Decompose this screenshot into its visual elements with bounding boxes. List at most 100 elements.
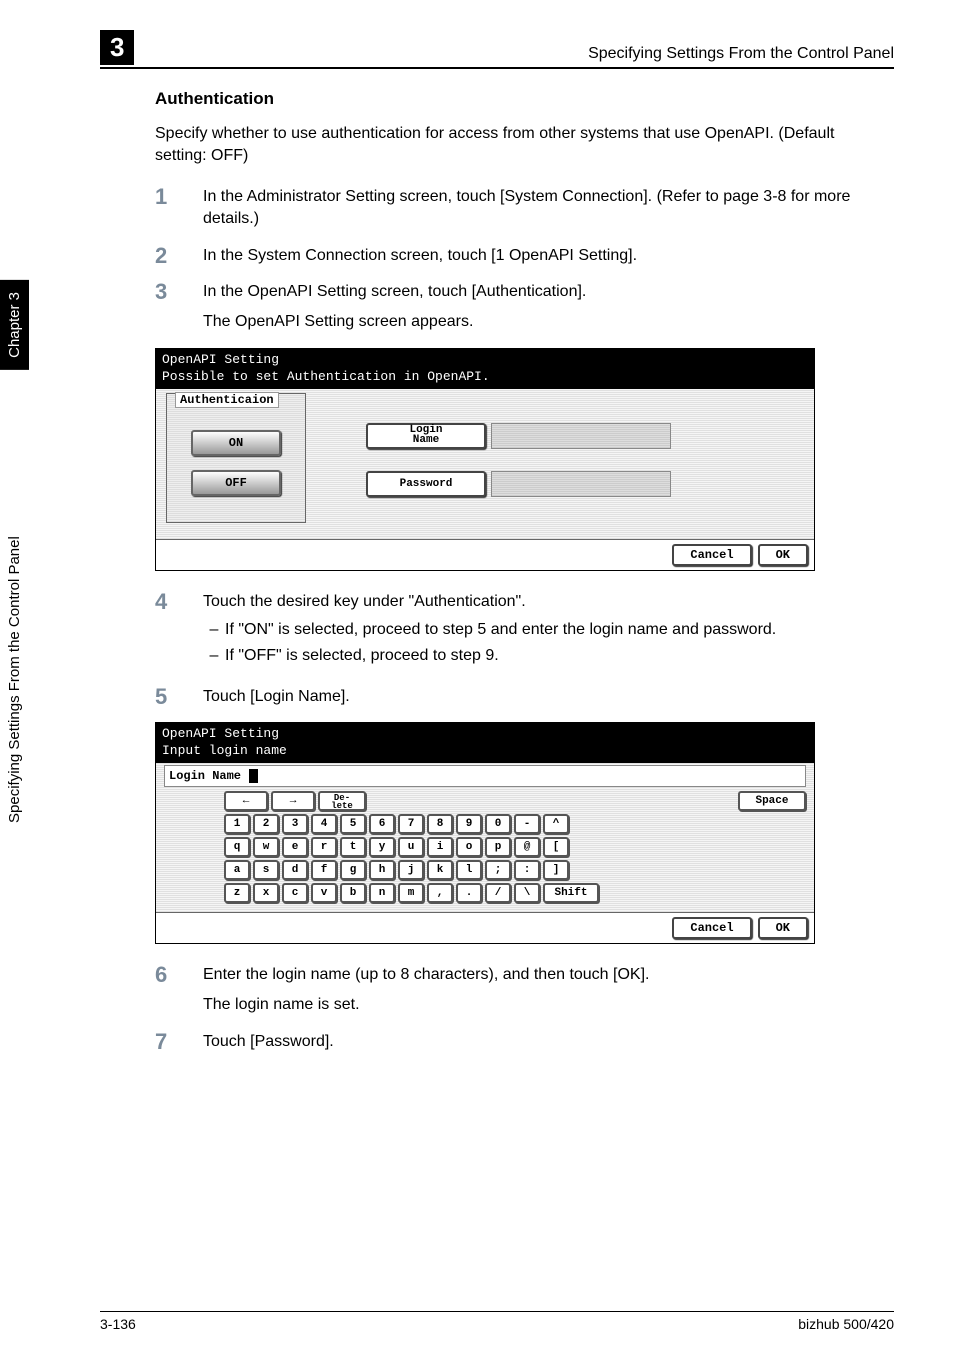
intro-paragraph: Specify whether to use authentication fo… [155,123,884,168]
keyboard-key[interactable]: : [514,860,540,880]
keyboard-key[interactable]: e [282,837,308,857]
keyboard-key[interactable]: ; [485,860,511,880]
screen-header: OpenAPI Setting Possible to set Authenti… [156,349,814,389]
keyboard-key[interactable]: q [224,837,250,857]
keyboard-key[interactable]: [ [543,837,569,857]
page-number: 3-136 [100,1316,136,1332]
keyboard-key[interactable]: 3 [282,814,308,834]
login-name-button[interactable]: Login Name [366,423,486,449]
kbd-row-2: qwertyuiop@[ [224,837,806,857]
cancel-button[interactable]: Cancel [672,917,751,939]
step-number: 6 [155,964,203,1017]
kbd-row-4: zxcvbnm,./\Shift [224,883,806,903]
step-text: In the OpenAPI Setting screen, touch [Au… [203,281,884,334]
password-button[interactable]: Password [366,471,486,497]
space-key[interactable]: Space [738,791,806,811]
auth-on-button[interactable]: ON [191,430,281,456]
login-name-field-label: Login Name [169,769,241,783]
ok-button[interactable]: OK [758,917,808,939]
step-text-line: Touch the desired key under "Authenticat… [203,591,884,613]
step-text-line: The login name is set. [203,994,884,1016]
keyboard-key[interactable]: 4 [311,814,337,834]
chapter-number-badge: 3 [100,30,134,65]
keyboard-key[interactable]: y [369,837,395,857]
ok-button[interactable]: OK [758,544,808,566]
keyboard-key[interactable]: 5 [340,814,366,834]
dash-icon: – [203,645,225,667]
authentication-label: Authenticaion [175,392,279,408]
keyboard-key[interactable]: t [340,837,366,857]
text-cursor-icon [249,769,258,783]
keyboard-key[interactable]: 9 [456,814,482,834]
keyboard-key[interactable]: 6 [369,814,395,834]
cancel-button[interactable]: Cancel [672,544,751,566]
password-value [491,471,671,497]
keyboard-key[interactable]: j [398,860,424,880]
onscreen-keyboard: ← → De- lete Space 1234567890-^ qwertyui… [224,791,806,903]
keyboard-key[interactable]: . [456,883,482,903]
keyboard-key[interactable]: f [311,860,337,880]
arrow-left-key[interactable]: ← [224,791,268,811]
keyboard-key[interactable]: x [253,883,279,903]
step-number: 5 [155,686,203,708]
keyboard-key[interactable]: c [282,883,308,903]
kbd-row-3: asdfghjkl;:] [224,860,806,880]
keyboard-key[interactable]: / [485,883,511,903]
step-text: In the Administrator Setting screen, tou… [203,186,884,231]
keyboard-key[interactable]: s [253,860,279,880]
keyboard-key[interactable]: 2 [253,814,279,834]
page-header: 3 Specifying Settings From the Control P… [100,30,894,69]
step-number: 2 [155,245,203,267]
keyboard-key[interactable]: o [456,837,482,857]
page-footer: 3-136 bizhub 500/420 [100,1311,894,1332]
authentication-panel: Authenticaion ON OFF [166,393,306,523]
section-title: Authentication [155,89,884,109]
keyboard-key[interactable]: \ [514,883,540,903]
step-text: Touch [Password]. [203,1031,884,1053]
model-name: bizhub 500/420 [798,1316,894,1332]
login-name-value [491,423,671,449]
screen-subtitle: Input login name [162,743,808,760]
keyboard-key[interactable]: d [282,860,308,880]
step-number: 1 [155,186,203,231]
keyboard-key[interactable]: @ [514,837,540,857]
keyboard-key[interactable]: b [340,883,366,903]
step-text: In the System Connection screen, touch [… [203,245,884,267]
keyboard-key[interactable]: 7 [398,814,424,834]
keyboard-key[interactable]: n [369,883,395,903]
keyboard-key[interactable]: ^ [543,814,569,834]
login-name-input[interactable] [247,768,801,784]
keyboard-key[interactable]: m [398,883,424,903]
step-text-line: Enter the login name (up to 8 characters… [203,964,884,986]
keyboard-key[interactable]: v [311,883,337,903]
keyboard-key[interactable]: r [311,837,337,857]
keyboard-key[interactable]: h [369,860,395,880]
keyboard-key[interactable]: 0 [485,814,511,834]
auth-off-button[interactable]: OFF [191,470,281,496]
keyboard-key[interactable]: k [427,860,453,880]
keyboard-key[interactable]: w [253,837,279,857]
keyboard-key[interactable]: g [340,860,366,880]
keyboard-key[interactable]: u [398,837,424,857]
keyboard-key[interactable]: 8 [427,814,453,834]
shift-key[interactable]: Shift [543,883,599,903]
keyboard-key[interactable]: i [427,837,453,857]
step-text: Enter the login name (up to 8 characters… [203,964,884,1017]
screen-subtitle: Possible to set Authentication in OpenAP… [162,369,808,386]
keyboard-key[interactable]: l [456,860,482,880]
keyboard-key[interactable]: ] [543,860,569,880]
keyboard-key[interactable]: p [485,837,511,857]
arrow-right-key[interactable]: → [271,791,315,811]
kbd-row-1: 1234567890-^ [224,814,806,834]
step-text-line: The OpenAPI Setting screen appears. [203,311,884,333]
delete-key[interactable]: De- lete [318,791,366,811]
keyboard-key[interactable]: z [224,883,250,903]
keyboard-key[interactable]: , [427,883,453,903]
step-number: 7 [155,1031,203,1053]
dash-icon: – [203,619,225,641]
keyboard-key[interactable]: a [224,860,250,880]
keyboard-key[interactable]: - [514,814,540,834]
keyboard-key[interactable]: 1 [224,814,250,834]
step-number: 3 [155,281,203,334]
step-text: Touch the desired key under "Authenticat… [203,591,884,672]
